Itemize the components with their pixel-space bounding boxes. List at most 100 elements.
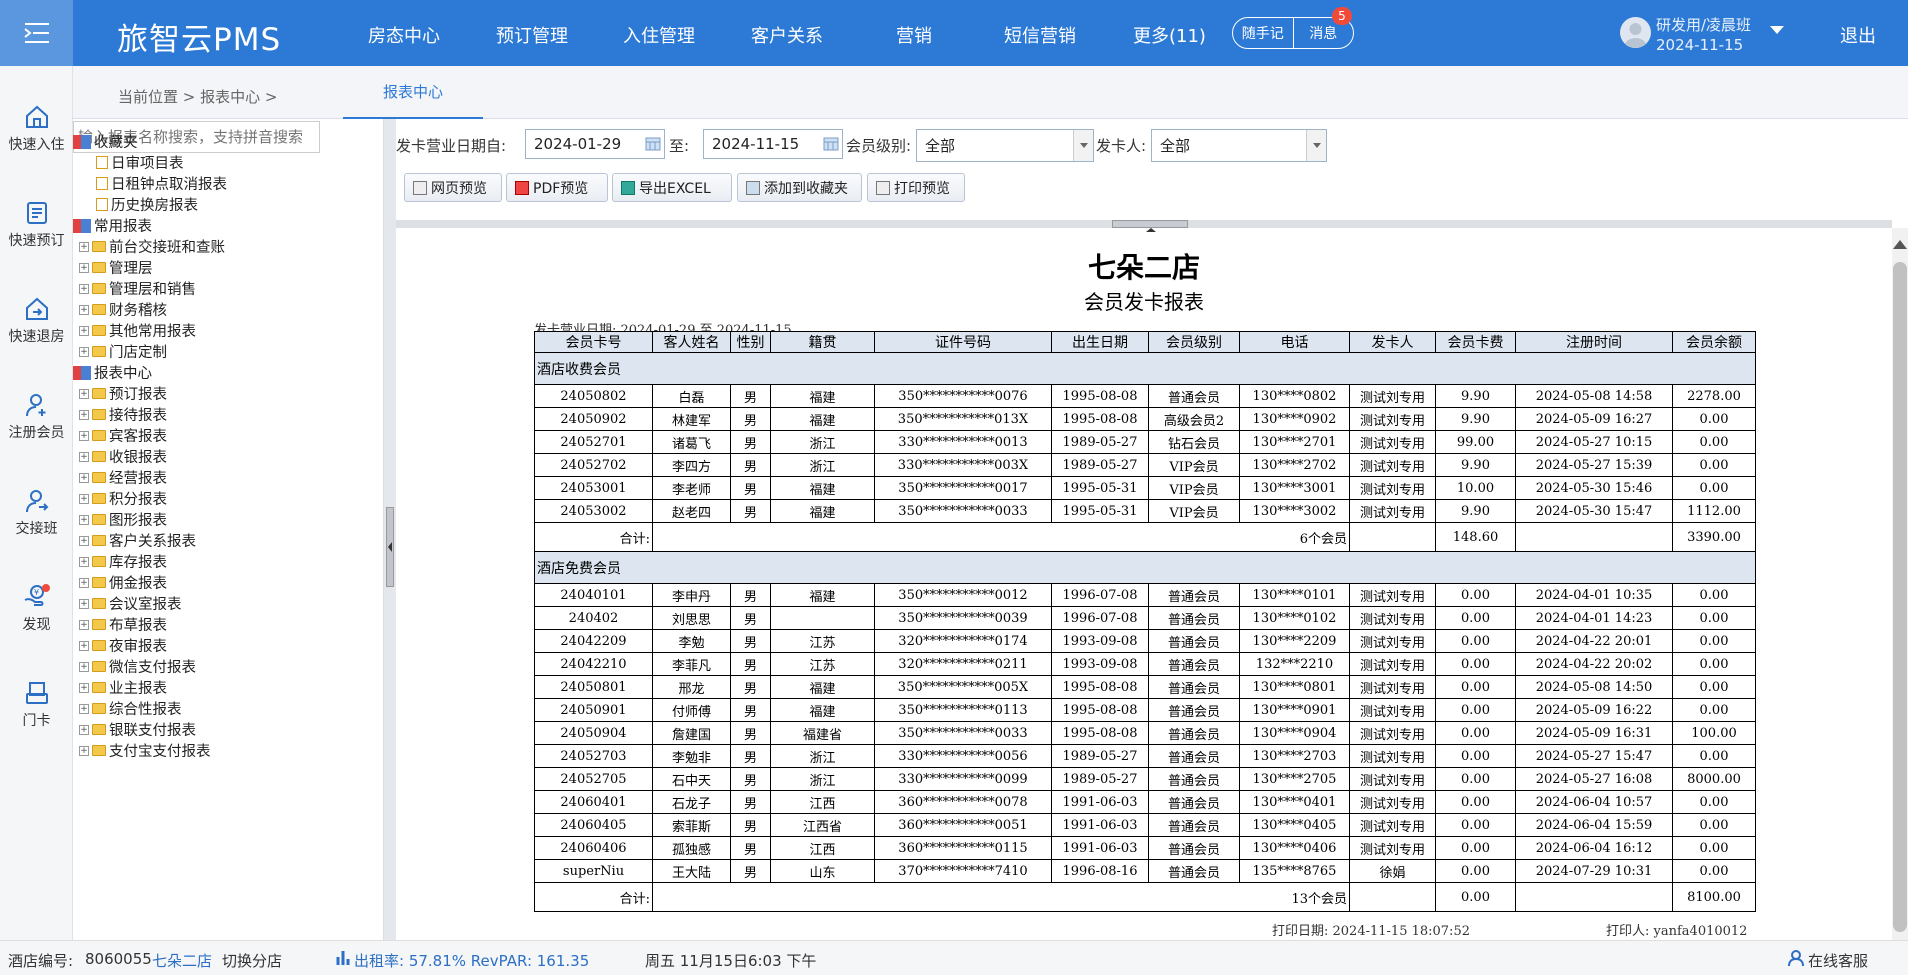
quick-checkout-button[interactable]: 快速退房 [0, 296, 73, 346]
nav-more[interactable]: 更多(11) [1133, 22, 1206, 48]
expand-icon[interactable]: + [79, 535, 89, 546]
table-cell: 1996-07-08 [1051, 606, 1149, 630]
add-favorite-button[interactable]: 添加到收藏夹 [737, 173, 862, 202]
expand-icon[interactable]: + [79, 598, 89, 609]
expand-icon[interactable]: + [79, 703, 89, 714]
tree-item[interactable]: + 布草报表 [79, 614, 167, 635]
scroll-up-arrow-icon[interactable] [1893, 240, 1907, 249]
nav-crm[interactable]: 客户关系 [751, 22, 823, 48]
table-cell: 男 [730, 407, 771, 431]
memo-button[interactable]: 随手记 [1233, 18, 1293, 48]
expand-icon[interactable]: + [79, 640, 89, 651]
door-card-button[interactable]: 门卡 [0, 680, 73, 730]
quick-booking-button[interactable]: 快速预订 [0, 200, 73, 250]
tree-item[interactable]: + 业主报表 [79, 677, 167, 698]
tree-group-1[interactable]: 常用报表 [73, 215, 152, 236]
table-row: 24050801 邢龙男福建 350***********005X 1995-08-0… [534, 675, 1756, 699]
tree-group-0[interactable]: 收藏夹 [73, 131, 138, 152]
nav-room-status[interactable]: 房态中心 [368, 22, 440, 48]
tree-item[interactable]: + 会议室报表 [79, 593, 182, 614]
expand-icon[interactable]: + [79, 661, 89, 672]
expand-icon[interactable]: + [79, 451, 89, 462]
expand-icon[interactable]: + [79, 409, 89, 420]
collapse-filter-handle[interactable] [1112, 220, 1188, 232]
online-service-button[interactable]: 在线客服 [1808, 950, 1868, 971]
scrollbar-thumb[interactable] [1893, 262, 1907, 932]
tree-item[interactable]: + 库存报表 [79, 551, 167, 572]
nav-checkin[interactable]: 入住管理 [623, 22, 695, 48]
register-member-button[interactable]: 注册会员 [0, 392, 73, 442]
tree-item[interactable]: + 管理层 [79, 257, 153, 278]
tree-item[interactable]: + 银联支付报表 [79, 719, 196, 740]
menu-toggle-button[interactable] [0, 0, 73, 66]
user-info[interactable]: 研发用/凌晨班 2024-11-15 [1656, 15, 1751, 55]
tree-item[interactable]: + 其他常用报表 [79, 320, 196, 341]
tree-group-2[interactable]: 报表中心 [73, 362, 152, 383]
expand-icon[interactable]: + [79, 283, 89, 294]
avatar[interactable] [1620, 17, 1651, 48]
tab-report-center[interactable]: 报表中心 [343, 66, 483, 119]
shift-handover-button[interactable]: 交接班 [0, 488, 73, 538]
tree-item[interactable]: + 支付宝支付报表 [79, 740, 211, 761]
print-preview-button[interactable]: 打印预览 [867, 173, 965, 202]
tree-item[interactable]: + 接待报表 [79, 404, 167, 425]
tree-item[interactable]: + 图形报表 [79, 509, 167, 530]
tree-item[interactable]: 历史换房报表 [79, 194, 198, 215]
expand-icon[interactable]: + [79, 619, 89, 630]
folder-icon [92, 283, 106, 294]
switch-branch-button[interactable]: 切换分店 [222, 950, 282, 971]
tree-item[interactable]: + 佣金报表 [79, 572, 167, 593]
member-level-select[interactable]: 全部 [916, 129, 1094, 162]
web-preview-button[interactable]: 网页预览 [404, 173, 502, 202]
expand-icon[interactable]: + [79, 325, 89, 336]
tree-item[interactable]: + 客户关系报表 [79, 530, 196, 551]
expand-icon[interactable]: + [79, 304, 89, 315]
expand-icon[interactable]: + [79, 724, 89, 735]
expand-icon[interactable]: + [79, 430, 89, 441]
tree-item[interactable]: + 积分报表 [79, 488, 167, 509]
tree-item[interactable]: + 财务稽核 [79, 299, 167, 320]
expand-icon[interactable]: + [79, 388, 89, 399]
expand-icon[interactable]: + [79, 493, 89, 504]
expand-icon[interactable]: + [79, 556, 89, 567]
expand-icon[interactable]: + [79, 682, 89, 693]
tree-item[interactable]: + 经营报表 [79, 467, 167, 488]
date-from-input[interactable]: 2024-01-29 [525, 129, 665, 159]
tree-item[interactable]: + 夜审报表 [79, 635, 167, 656]
expand-icon[interactable]: + [79, 514, 89, 525]
collapse-handle[interactable] [386, 507, 394, 587]
tree-item[interactable]: 日租钟点取消报表 [79, 173, 227, 194]
tree-item[interactable]: + 管理层和销售 [79, 278, 196, 299]
tree-item[interactable]: + 宾客报表 [79, 425, 167, 446]
tree-item[interactable]: + 门店定制 [79, 341, 167, 362]
expand-icon[interactable]: + [79, 241, 89, 252]
calendar-picker-icon[interactable] [823, 137, 839, 151]
chevron-down-icon[interactable] [1770, 26, 1784, 34]
export-excel-button[interactable]: 导出EXCEL [612, 173, 732, 202]
calendar-picker-icon[interactable] [645, 137, 661, 151]
quick-checkin-button[interactable]: 快速入住 [0, 104, 73, 154]
expand-icon[interactable]: + [79, 472, 89, 483]
tree-item[interactable]: + 微信支付报表 [79, 656, 196, 677]
tree-item[interactable]: 日审项目表 [79, 152, 184, 173]
tree-item[interactable]: + 预订报表 [79, 383, 167, 404]
logout-button[interactable]: 退出 [1840, 22, 1876, 48]
tree-item[interactable]: + 前台交接班和查账 [79, 236, 225, 257]
tree-item[interactable]: + 综合性报表 [79, 698, 182, 719]
tree-item[interactable]: + 收银报表 [79, 446, 167, 467]
nav-marketing[interactable]: 营销 [896, 22, 932, 48]
expand-icon[interactable]: + [79, 577, 89, 588]
nav-booking[interactable]: 预订管理 [496, 22, 568, 48]
tree-item-label: 积分报表 [109, 492, 167, 508]
expand-icon[interactable]: + [79, 262, 89, 273]
expand-icon[interactable]: + [79, 745, 89, 756]
discover-button[interactable]: ¥ 发现 [0, 584, 73, 634]
expand-icon[interactable]: + [79, 346, 89, 357]
hotel-name-link[interactable]: 七朵二店 [152, 950, 212, 971]
table-cell: 测试刘专用 [1349, 744, 1436, 768]
tree-item-label: 宾客报表 [109, 429, 167, 445]
nav-sms[interactable]: 短信营销 [1004, 22, 1076, 48]
pdf-preview-button[interactable]: PDF预览 [506, 173, 608, 202]
issuer-select[interactable]: 全部 [1151, 129, 1327, 162]
date-to-input[interactable]: 2024-11-15 [703, 129, 843, 159]
